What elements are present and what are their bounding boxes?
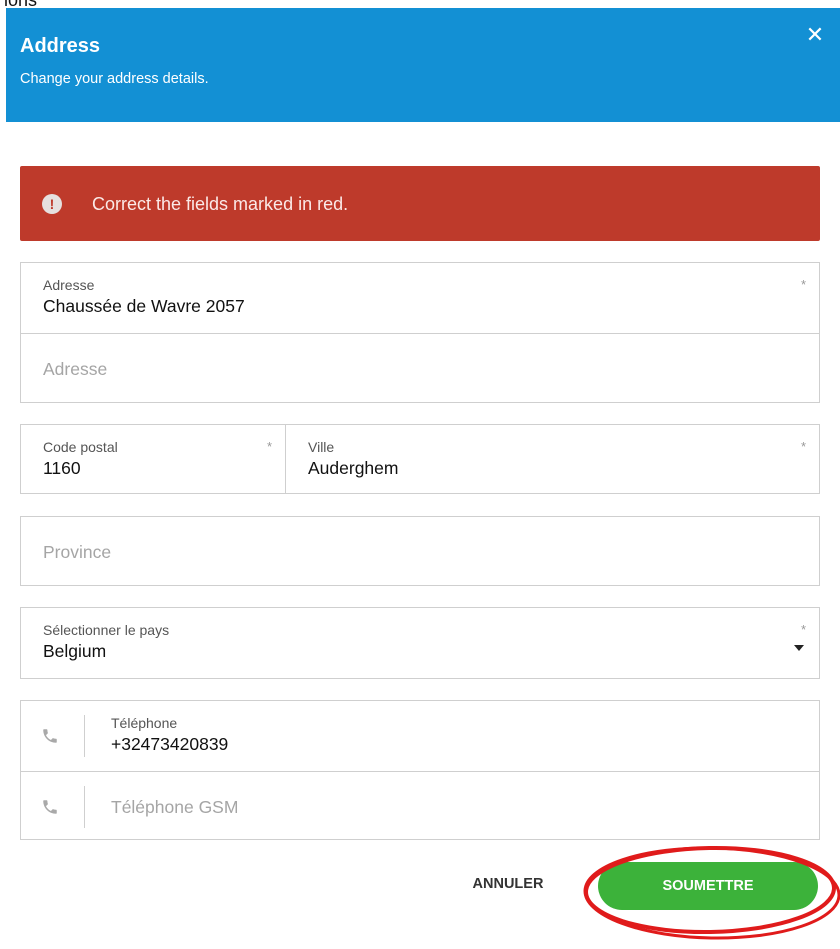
country-select[interactable]: Sélectionner le pays Belgium * [21, 608, 819, 678]
exclamation-icon: ! [42, 194, 62, 214]
error-alert: ! Correct the fields marked in red. [20, 166, 820, 241]
phone-group: Téléphone +32473420839 Téléphone GSM [20, 700, 820, 840]
phone-label: Téléphone [111, 715, 178, 731]
province-field[interactable]: Province [21, 517, 819, 587]
address-line2-placeholder[interactable]: Adresse [43, 359, 107, 380]
country-label: Sélectionner le pays [43, 622, 170, 638]
phone-value[interactable]: +32473420839 [111, 734, 228, 755]
phone-icon [43, 800, 57, 814]
postal-city-group: Code postal 1160 * Ville Auderghem * [20, 424, 820, 494]
postal-code-field[interactable]: Code postal 1160 * [21, 425, 286, 493]
city-field[interactable]: Ville Auderghem * [286, 425, 819, 493]
postal-code-label: Code postal [43, 439, 118, 455]
required-mark: * [266, 439, 272, 454]
mobile-placeholder[interactable]: Téléphone GSM [111, 797, 238, 818]
postal-code-value[interactable]: 1160 [43, 458, 81, 479]
province-group: Province [20, 516, 820, 586]
alert-message: Correct the fields marked in red. [92, 194, 349, 214]
phone-separator [84, 715, 85, 757]
address-line2-field[interactable]: Adresse [21, 333, 819, 403]
country-group: Sélectionner le pays Belgium * [20, 607, 820, 679]
city-value[interactable]: Auderghem [308, 458, 398, 479]
phone-icon [43, 729, 57, 743]
chevron-down-icon[interactable] [794, 645, 804, 651]
province-placeholder[interactable]: Province [43, 542, 111, 563]
phone-separator [84, 786, 85, 828]
mobile-field[interactable]: Téléphone GSM [21, 771, 819, 841]
address-line1-field[interactable]: Adresse Chaussée de Wavre 2057 * [21, 263, 819, 333]
top-cut-off-text: ions [0, 0, 840, 8]
phone-field[interactable]: Téléphone +32473420839 [21, 701, 819, 771]
cancel-button[interactable]: ANNULER [458, 867, 558, 901]
address-line1-value[interactable]: Chaussée de Wavre 2057 [43, 296, 245, 317]
close-icon[interactable]: ✕ [804, 24, 826, 46]
address-line1-label: Adresse [43, 277, 95, 293]
address-group: Adresse Chaussée de Wavre 2057 * Adresse [20, 262, 820, 403]
country-value[interactable]: Belgium [43, 641, 106, 662]
required-mark: * [800, 622, 806, 637]
submit-button[interactable]: SOUMETTRE [598, 862, 818, 910]
dialog-subtitle: Change your address details. [20, 71, 209, 87]
dialog-header: Address Change your address details. ✕ [6, 8, 840, 122]
required-mark: * [800, 439, 806, 454]
city-label: Ville [308, 439, 335, 455]
dialog-title: Address [20, 35, 101, 57]
required-mark: * [800, 277, 806, 292]
